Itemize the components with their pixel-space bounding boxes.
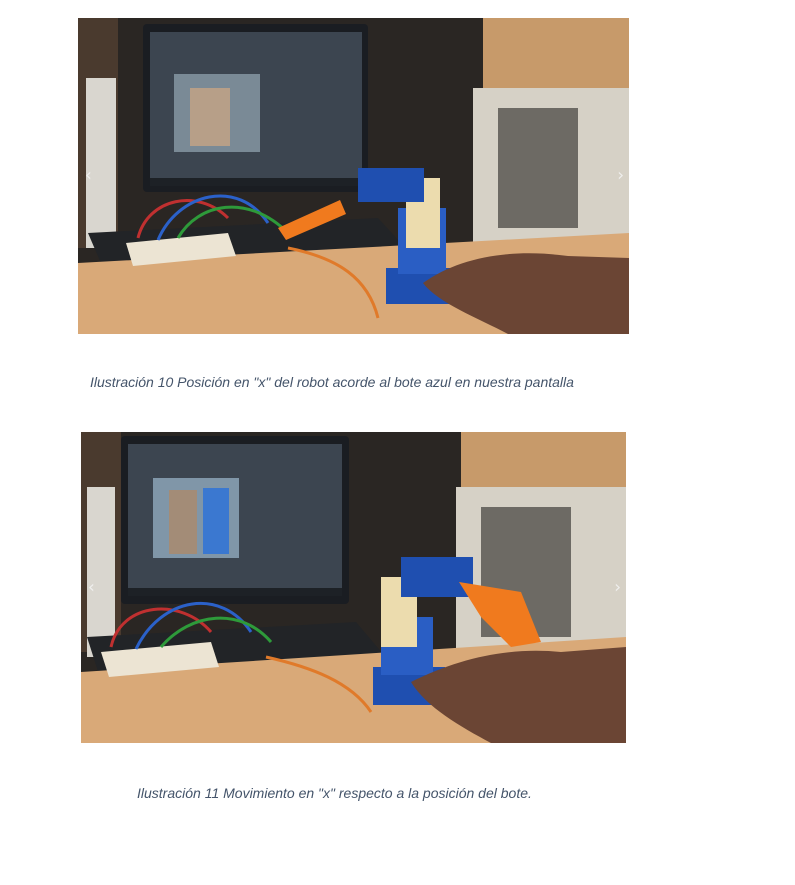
figure-photo-1: ‹ ›	[78, 18, 629, 334]
figure-caption-2: Ilustración 11 Movimiento en "x" respect…	[137, 785, 532, 801]
previous-arrow-icon[interactable]: ‹	[88, 579, 95, 596]
next-arrow-icon[interactable]: ›	[614, 579, 621, 596]
previous-arrow-icon[interactable]: ‹	[85, 167, 92, 185]
figure-caption-1: Ilustración 10 Posición en "x" del robot…	[90, 374, 574, 390]
robot-arm-laptop-photo-1	[78, 18, 629, 334]
next-arrow-icon[interactable]: ›	[617, 167, 624, 185]
robot-arm-laptop-photo-2	[81, 432, 626, 743]
figure-photo-2: ‹ ›	[81, 432, 626, 743]
